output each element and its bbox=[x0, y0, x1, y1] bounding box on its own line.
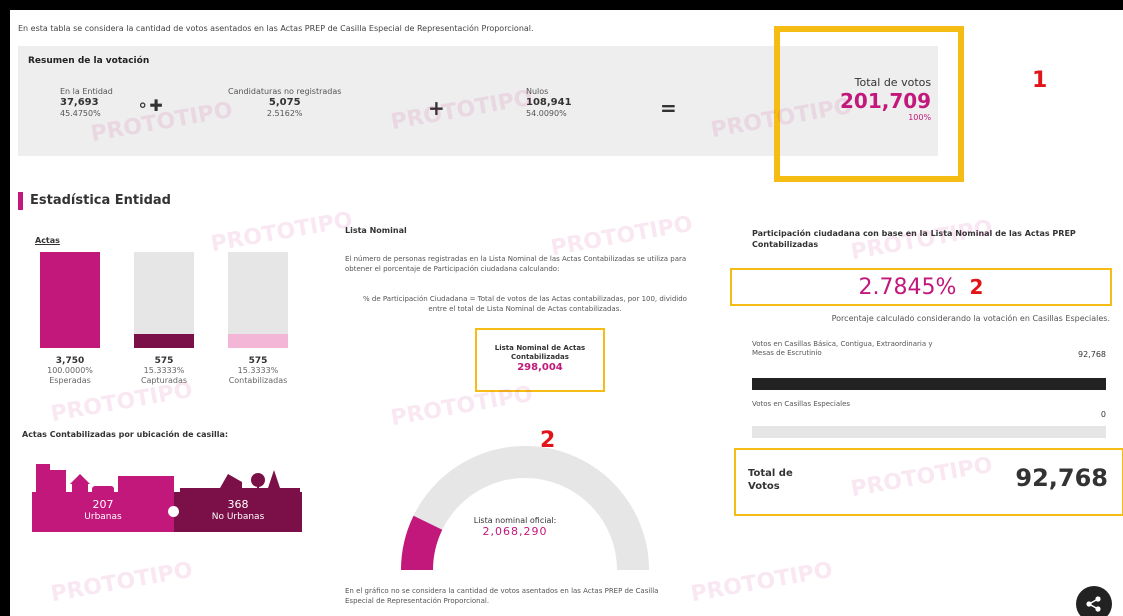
actas-bar-2 bbox=[134, 252, 194, 348]
row1-label: Votos en Casillas Básica, Contigua, Extr… bbox=[752, 340, 933, 357]
urbanas-value: 207 bbox=[92, 498, 114, 511]
no-urbanas-value: 368 bbox=[227, 498, 249, 511]
total-votos-box: Total de Votos 92,768 bbox=[734, 448, 1123, 516]
no-registradas-pct: 2.5162% bbox=[266, 109, 303, 118]
divider-dot bbox=[168, 506, 179, 517]
gauge-note: En el gráfico no se considera la cantida… bbox=[345, 587, 659, 605]
plus-icon: ⚬✚ bbox=[136, 96, 163, 115]
actas-bar-3 bbox=[228, 252, 288, 348]
gauge-label-block: Lista nominal oficial: 2,068,290 bbox=[470, 515, 560, 537]
participacion-value: 2.7845% bbox=[858, 275, 957, 300]
entidad-block: En la Entidad 37,693 45.4750% bbox=[60, 86, 113, 119]
ubicacion-bar: 207 Urbanas 368 No Urbanas bbox=[32, 492, 302, 532]
actas-bar-name: Esperadas bbox=[49, 376, 91, 385]
actas-bar-value: 3,750 bbox=[55, 356, 85, 366]
lista-nominal-box-title: Lista Nominal de Actas Contabilizadas bbox=[494, 344, 586, 361]
actas-bar-fill bbox=[40, 252, 100, 348]
no-urbanas-label: No Urbanas bbox=[211, 512, 265, 522]
intro-text: En esta tabla se considera la cantidad d… bbox=[18, 24, 534, 33]
actas-bar-pct: 15.3333% bbox=[143, 366, 185, 375]
actas-bar-meta: 575 15.3333% Contabilizadas bbox=[228, 356, 288, 386]
lista-nominal-box: Lista Nominal de Actas Contabilizadas 29… bbox=[475, 328, 605, 392]
row1-bar bbox=[752, 378, 1106, 390]
participacion-box: 2.7845% 2 bbox=[730, 268, 1112, 306]
section-accent-bar bbox=[18, 192, 23, 210]
share-icon bbox=[1086, 596, 1101, 612]
share-button[interactable] bbox=[1076, 586, 1112, 616]
watermark: PROTOTIPO bbox=[688, 557, 835, 608]
actas-label: Actas bbox=[35, 236, 60, 245]
row2-bar bbox=[752, 426, 1106, 438]
actas-bar-pct: 15.3333% bbox=[237, 366, 279, 375]
no-urbanas-segment: 368 No Urbanas bbox=[174, 492, 302, 532]
no-registradas-label: Candidaturas no registradas bbox=[228, 87, 342, 96]
actas-bar-meta: 575 15.3333% Capturadas bbox=[134, 356, 194, 386]
lista-nominal-description: El número de personas registradas en la … bbox=[345, 255, 687, 273]
lista-nominal-title: Lista Nominal bbox=[345, 226, 407, 235]
total-votos-label: Total de Votos bbox=[748, 468, 793, 492]
annotation-number: 1 bbox=[1032, 68, 1048, 93]
actas-bar-value: 575 bbox=[248, 356, 268, 366]
entidad-pct: 45.4750% bbox=[60, 109, 101, 118]
gauge-value: 2,068,290 bbox=[482, 525, 548, 538]
lista-nominal-box-value: 298,004 bbox=[517, 362, 563, 373]
participacion-note: Porcentaje calculado considerando la vot… bbox=[831, 314, 1110, 323]
highlight-box-total bbox=[774, 26, 964, 182]
section-title: Estadística Entidad bbox=[30, 193, 171, 208]
no-registradas-block: Candidaturas no registradas 5,075 2.5162… bbox=[228, 86, 341, 119]
urbanas-segment: 207 Urbanas bbox=[32, 492, 174, 532]
actas-bar-pct: 100.0000% bbox=[47, 366, 93, 375]
row1-value: 92,768 bbox=[1078, 350, 1106, 359]
votes-row-especiales: Votos en Casillas Especiales 0 bbox=[752, 400, 1106, 419]
row2-value: 0 bbox=[1100, 410, 1106, 419]
lista-nominal-gauge bbox=[401, 446, 649, 571]
total-votos-value: 92,768 bbox=[1015, 464, 1108, 492]
entidad-label: En la Entidad bbox=[60, 87, 113, 96]
actas-bar-fill bbox=[228, 333, 288, 348]
no-registradas-value: 5,075 bbox=[268, 97, 301, 108]
row2-label: Votos en Casillas Especiales bbox=[752, 400, 851, 408]
actas-bar-name: Contabilizadas bbox=[228, 376, 288, 385]
participation-formula: % de Participación Ciudadana = Total de … bbox=[363, 295, 687, 313]
nulos-label: Nulos bbox=[526, 87, 549, 96]
participacion-title: Participación ciudadana con base en la L… bbox=[752, 229, 1076, 249]
dashboard: En esta tabla se considera la cantidad d… bbox=[10, 10, 1123, 616]
actas-bar-value: 575 bbox=[154, 356, 174, 366]
watermark: PROTOTIPO bbox=[208, 207, 355, 258]
nulos-pct: 54.0090% bbox=[526, 109, 567, 118]
actas-bar-meta: 3,750 100.0000% Esperadas bbox=[40, 356, 100, 386]
entidad-value: 37,693 bbox=[60, 97, 99, 108]
equals-icon: = bbox=[660, 96, 677, 120]
nulos-value: 108,941 bbox=[526, 97, 572, 108]
plus-icon: + bbox=[428, 96, 445, 120]
actas-bar-1 bbox=[40, 252, 100, 348]
ubicacion-title: Actas Contabilizadas por ubicación de ca… bbox=[22, 430, 229, 439]
votes-row-basica: Votos en Casillas Básica, Contigua, Extr… bbox=[752, 340, 1106, 359]
actas-bar-name: Capturadas bbox=[140, 376, 188, 385]
nulos-block: Nulos 108,941 54.0090% bbox=[526, 86, 572, 119]
annotation-number: 2 bbox=[969, 275, 984, 299]
summary-title: Resumen de la votación bbox=[28, 56, 150, 66]
watermark: PROTOTIPO bbox=[48, 557, 195, 608]
urbanas-label: Urbanas bbox=[84, 512, 122, 522]
actas-bar-fill bbox=[134, 333, 194, 348]
